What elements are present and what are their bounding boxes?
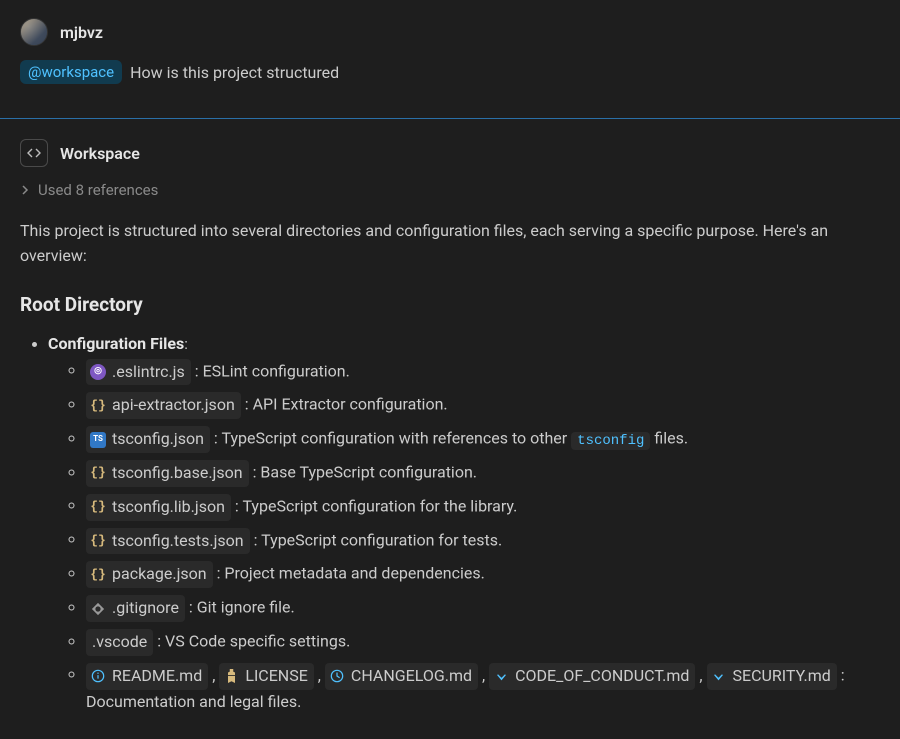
file-chip-tsconfig-tests[interactable]: {} tsconfig.tests.json [86, 528, 250, 555]
json-icon: {} [90, 499, 106, 515]
list-item: {} api-extractor.json : API Extractor co… [86, 392, 880, 419]
file-chip-changelog[interactable]: CHANGELOG.md [325, 663, 478, 690]
arrow-down-icon [711, 668, 727, 684]
avatar [20, 18, 48, 46]
json-icon: {} [90, 533, 106, 549]
group-label: Configuration Files [48, 334, 184, 353]
gitignore-icon [90, 601, 106, 617]
list-item: README.md , LICENSE , CHANGE [86, 663, 880, 715]
eslint-icon: ◎ [90, 364, 106, 380]
prompt-text: How is this project structured [130, 63, 339, 82]
file-chip-conduct[interactable]: CODE_OF_CONDUCT.md [489, 663, 695, 690]
references-label: Used 8 references [38, 181, 158, 199]
file-chip-tsconfig-base[interactable]: {} tsconfig.base.json [86, 460, 249, 487]
file-chip-security[interactable]: SECURITY.md [707, 663, 837, 690]
typescript-icon: TS [90, 432, 106, 448]
user-prompt: @workspace How is this project structure… [20, 60, 880, 84]
references-toggle[interactable]: Used 8 references [20, 181, 880, 199]
license-icon [223, 668, 239, 684]
root-list: Configuration Files: ◎ .eslintrc.js : ES… [20, 334, 880, 715]
file-chip-gitignore[interactable]: .gitignore [86, 595, 185, 622]
file-chip-tsconfig-lib[interactable]: {} tsconfig.lib.json [86, 494, 231, 521]
file-chip-eslintrc[interactable]: ◎ .eslintrc.js [86, 359, 191, 386]
config-files-list: ◎ .eslintrc.js : ESLint configuration. {… [48, 359, 880, 715]
assistant-header: Workspace [20, 139, 880, 167]
info-icon [90, 668, 106, 684]
list-item: ◎ .eslintrc.js : ESLint configuration. [86, 359, 880, 386]
list-item: {} tsconfig.lib.json : TypeScript config… [86, 494, 880, 521]
intro-paragraph: This project is structured into several … [20, 219, 880, 269]
json-icon: {} [90, 567, 106, 583]
mention-chip[interactable]: @workspace [20, 60, 122, 84]
json-icon: {} [90, 398, 106, 414]
json-icon: {} [90, 465, 106, 481]
file-chip-package-json[interactable]: {} package.json [86, 561, 213, 588]
code-icon [20, 139, 48, 167]
file-chip-license[interactable]: LICENSE [219, 663, 313, 690]
file-chip-api-extractor[interactable]: {} api-extractor.json [86, 392, 241, 419]
list-item: {} package.json : Project metadata and d… [86, 561, 880, 588]
list-item: .gitignore : Git ignore file. [86, 595, 880, 622]
section-heading: Root Directory [20, 293, 880, 316]
chevron-right-icon [20, 185, 30, 195]
arrow-down-icon [493, 668, 509, 684]
list-item: TS tsconfig.json : TypeScript configurat… [86, 426, 880, 453]
assistant-name: Workspace [60, 144, 140, 163]
changelog-icon [329, 668, 345, 684]
list-item: {} tsconfig.tests.json : TypeScript conf… [86, 528, 880, 555]
username: mjbvz [60, 23, 103, 42]
file-chip-vscode[interactable]: .vscode [86, 629, 153, 656]
code-inline: tsconfig [571, 432, 650, 450]
file-chip-tsconfig[interactable]: TS tsconfig.json [86, 426, 210, 453]
list-item: {} tsconfig.base.json : Base TypeScript … [86, 460, 880, 487]
user-header: mjbvz [20, 18, 880, 46]
list-item: .vscode : VS Code specific settings. [86, 629, 880, 656]
file-chip-readme[interactable]: README.md [86, 663, 208, 690]
